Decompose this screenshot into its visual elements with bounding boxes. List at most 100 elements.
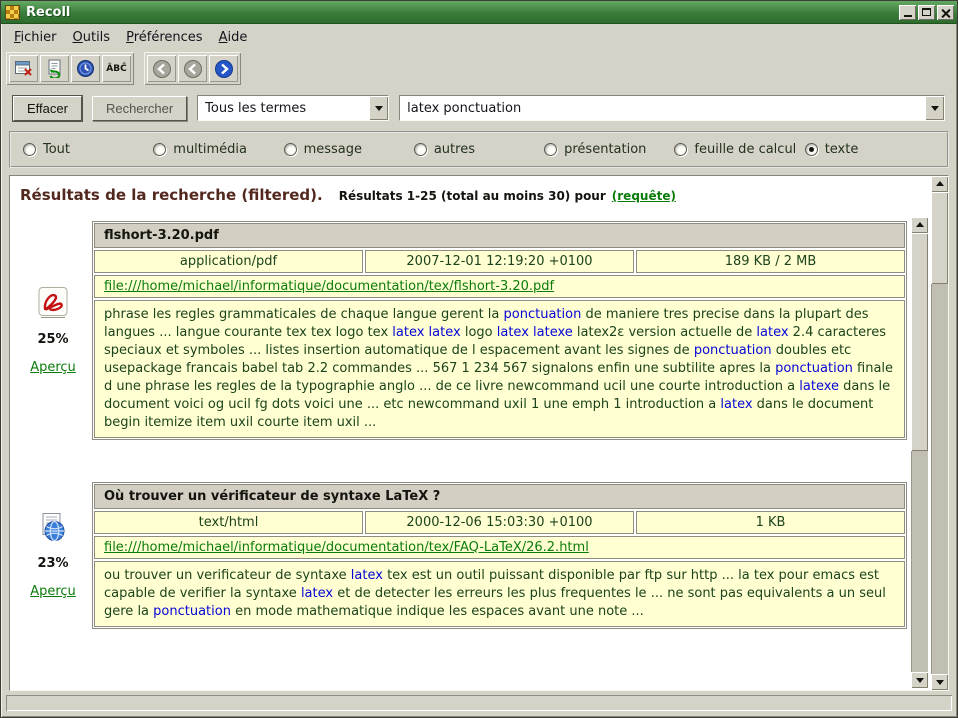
app-icon	[5, 5, 20, 20]
result-url-row: file:///home/michael/informatique/docume…	[94, 536, 905, 559]
result-mime: application/pdf	[94, 250, 363, 273]
first-page-icon	[152, 59, 172, 79]
scroll-up-button[interactable]	[911, 217, 928, 233]
term-explorer-icon: ÂBĈ	[106, 64, 126, 74]
scrollbar-track[interactable]	[911, 233, 928, 672]
relevance-percent: 23%	[37, 556, 68, 571]
arrow-down-icon	[916, 678, 924, 687]
filter-label: feuille de calcul	[694, 142, 796, 157]
arrow-up-icon	[916, 218, 924, 227]
chevron-down-icon	[375, 106, 383, 115]
results-title: Résultats de la recherche (filtered).	[20, 186, 323, 204]
close-icon	[941, 8, 950, 17]
filter-texte[interactable]: texte	[805, 142, 935, 157]
menu-outils[interactable]: Outils	[66, 27, 118, 48]
search-mode-dropdown-button[interactable]	[369, 96, 388, 120]
result-size: 1 KB	[636, 511, 905, 534]
chevron-down-icon	[931, 106, 939, 115]
search-mode-select[interactable]: Tous les termes	[197, 95, 389, 121]
recoll-window: Recoll Fichier Outils Préférences Aide Â…	[0, 0, 958, 718]
preview-link[interactable]: Aperçu	[30, 360, 76, 375]
clear-button[interactable]: Effacer	[13, 96, 82, 121]
scroll-up-button[interactable]	[931, 176, 948, 192]
result-info-row: application/pdf 2007-12-01 12:19:20 +010…	[94, 250, 905, 273]
search-row: Effacer Rechercher Tous les termes	[1, 91, 957, 130]
result-date: 2000-12-06 15:03:30 +0100	[365, 511, 634, 534]
query-dropdown-button[interactable]	[925, 96, 944, 120]
titlebar[interactable]: Recoll	[1, 1, 957, 24]
result-url-link[interactable]: file:///home/michael/informatique/docume…	[104, 279, 554, 294]
radio-icon[interactable]	[414, 143, 427, 156]
result-mime: text/html	[94, 511, 363, 534]
result-url-link[interactable]: file:///home/michael/informatique/docume…	[104, 540, 589, 555]
result-entry: 25% Aperçu flshort-3.20.pdf application/…	[24, 221, 907, 440]
preview-link[interactable]: Aperçu	[30, 584, 76, 599]
scrollbar-track[interactable]	[931, 192, 948, 674]
filter-autres[interactable]: autres	[414, 142, 544, 157]
update-index-button[interactable]	[40, 55, 69, 82]
radio-icon[interactable]	[674, 143, 687, 156]
result-filename: Où trouver un vérificateur de syntaxe La…	[94, 484, 905, 509]
arrow-down-icon	[936, 680, 944, 689]
search-input[interactable]	[400, 96, 925, 120]
toolbar-group-nav	[144, 52, 241, 85]
scrollbar-thumb[interactable]	[931, 192, 948, 284]
close-button[interactable]	[937, 5, 954, 20]
history-icon	[76, 59, 95, 78]
results-area: Résultats de la recherche (filtered). Rés…	[9, 175, 949, 691]
entry-gutter: 25% Aperçu	[24, 221, 82, 440]
maximize-icon	[922, 8, 931, 16]
pdf-file-icon	[37, 286, 69, 319]
radio-icon[interactable]	[153, 143, 166, 156]
radio-icon[interactable]	[284, 143, 297, 156]
filter-feuille-de-calcul[interactable]: feuille de calcul	[674, 142, 804, 157]
minimize-button[interactable]	[899, 5, 916, 20]
filter-multimedia[interactable]: multimédia	[153, 142, 283, 157]
scroll-down-button[interactable]	[931, 674, 948, 690]
filter-label: message	[304, 142, 362, 157]
radio-icon[interactable]	[805, 143, 818, 156]
window-controls	[899, 5, 954, 20]
minimize-icon	[904, 15, 912, 17]
filter-tout[interactable]: Tout	[23, 142, 153, 157]
relevance-percent: 25%	[37, 332, 68, 347]
term-explorer-button[interactable]: ÂBĈ	[102, 55, 131, 82]
result-entry: 23% Aperçu Où trouver un vérificateur de…	[24, 482, 907, 629]
first-page-button[interactable]	[147, 55, 176, 82]
radio-icon[interactable]	[23, 143, 36, 156]
toolbar: ÂBĈ	[1, 51, 957, 91]
filter-presentation[interactable]: présentation	[544, 142, 674, 157]
menubar: Fichier Outils Préférences Aide	[1, 24, 957, 51]
result-date: 2007-12-01 12:19:20 +0100	[365, 250, 634, 273]
result-table: Où trouver un vérificateur de syntaxe La…	[92, 482, 907, 629]
results-scrollbar[interactable]	[931, 176, 948, 690]
category-filter-bar: Tout multimédia message autres présentat…	[9, 131, 949, 168]
filter-label: texte	[825, 142, 859, 157]
html-file-icon	[38, 512, 68, 543]
query-link[interactable]: (requête)	[612, 189, 676, 203]
scroll-down-button[interactable]	[911, 672, 928, 688]
clear-search-icon	[14, 60, 34, 78]
prev-page-icon	[183, 59, 203, 79]
maximize-button[interactable]	[918, 5, 935, 20]
radio-icon[interactable]	[544, 143, 557, 156]
menu-preferences[interactable]: Préférences	[119, 27, 209, 48]
results-summary: Résultats 1-25 (total au moins 30) pour	[339, 189, 606, 203]
scrollbar-thumb[interactable]	[911, 233, 928, 451]
result-list-scrollbar[interactable]	[911, 217, 928, 688]
menu-fichier[interactable]: Fichier	[7, 27, 64, 48]
filter-message[interactable]: message	[284, 142, 414, 157]
filter-label: multimédia	[173, 142, 247, 157]
query-combo	[399, 95, 945, 121]
next-page-button[interactable]	[209, 55, 238, 82]
update-index-icon	[46, 59, 64, 78]
menu-aide[interactable]: Aide	[212, 27, 255, 48]
toolbar-group-main: ÂBĈ	[6, 52, 134, 85]
prev-page-button[interactable]	[178, 55, 207, 82]
filter-label: Tout	[43, 142, 70, 157]
result-info-row: text/html 2000-12-06 15:03:30 +0100 1 KB	[94, 511, 905, 534]
clear-search-button[interactable]	[9, 55, 38, 82]
history-button[interactable]	[71, 55, 100, 82]
search-button[interactable]: Rechercher	[92, 96, 187, 121]
result-filename: flshort-3.20.pdf	[94, 223, 905, 248]
